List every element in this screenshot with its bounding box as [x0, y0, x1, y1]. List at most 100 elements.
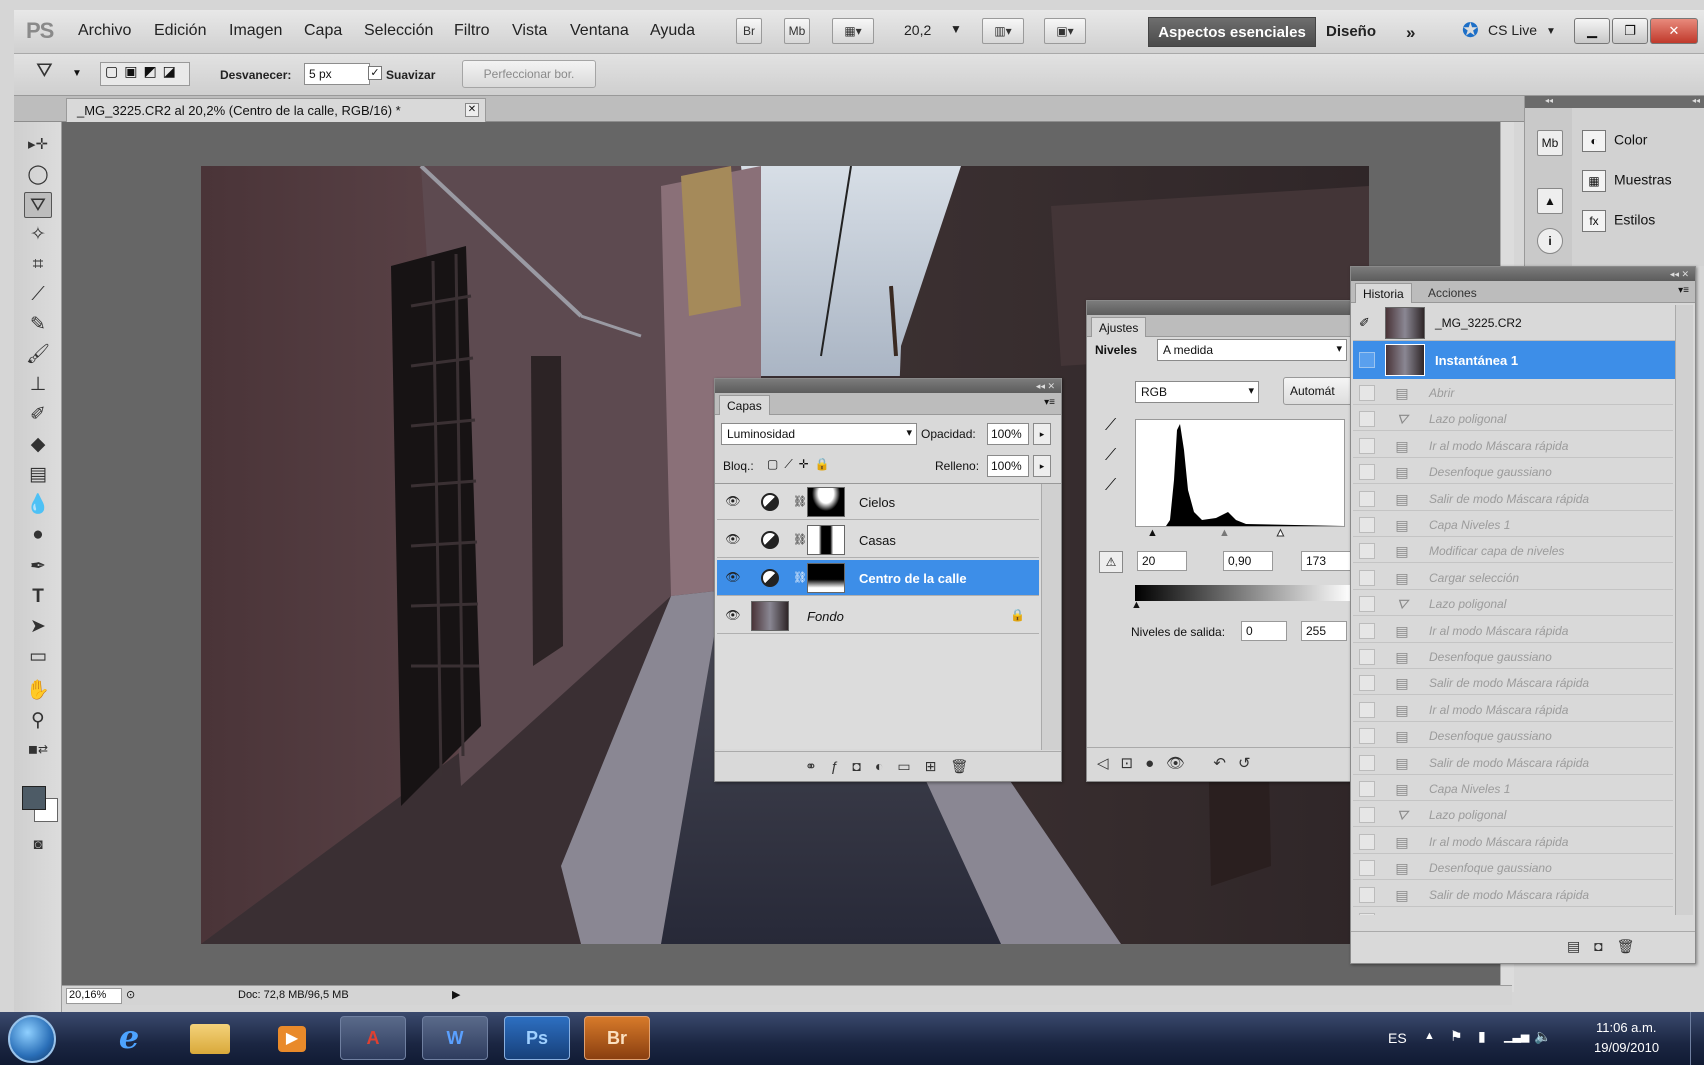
status-info-icon[interactable]: ⊙	[126, 988, 135, 1001]
polygonal-lasso-tool-icon[interactable]: ⛛	[24, 192, 52, 218]
history-step-checkbox[interactable]	[1359, 807, 1375, 824]
history-step-row[interactable]: ▤ Desenfoque gaussiano	[1353, 856, 1673, 881]
fill-slider-icon[interactable]: ▸	[1033, 455, 1051, 477]
workspace-design-button[interactable]: Diseño	[1326, 23, 1376, 40]
clone-stamp-tool-icon[interactable]: ⊥	[24, 372, 52, 398]
history-step-row[interactable]: ▤ Cargar selección	[1353, 566, 1673, 590]
menu-capa[interactable]: Capa	[304, 22, 342, 40]
clock-date[interactable]: 19/09/2010	[1594, 1040, 1659, 1055]
snapshot-source-checkbox[interactable]	[1359, 352, 1375, 368]
blend-mode-select[interactable]: Luminosidad	[721, 423, 917, 445]
history-snapshot-row[interactable]: Instantánea 1	[1353, 341, 1675, 379]
input-gamma-field[interactable]: 0,90	[1223, 551, 1273, 571]
history-brush-source-icon[interactable]: ✐	[1359, 315, 1370, 331]
foreground-color-swatch[interactable]	[22, 786, 46, 810]
history-step-checkbox[interactable]	[1359, 649, 1375, 665]
crop-tool-icon[interactable]: ⌗	[24, 252, 52, 278]
visibility-eye-icon[interactable]: 👁	[725, 570, 741, 584]
layer-mask-thumbnail[interactable]	[807, 563, 845, 593]
menu-edicion[interactable]: Edición	[154, 22, 206, 40]
zoom-level-select[interactable]: 20,2	[904, 22, 931, 38]
cs-live-chevron-icon[interactable]: ▼	[1546, 26, 1556, 37]
layer-row-casas[interactable]: 👁 ⛓ Casas	[717, 522, 1039, 558]
output-black-slider-handle[interactable]: ▲	[1131, 599, 1142, 611]
history-step-checkbox[interactable]	[1359, 675, 1375, 692]
zoom-percentage-field[interactable]: 20,16%	[66, 988, 122, 1004]
start-button[interactable]	[8, 1015, 56, 1063]
lock-options-icons[interactable]: ▢⟋✛🔒	[767, 457, 836, 472]
history-step-row[interactable]: ▤ Salir de modo Máscara rápida	[1353, 751, 1673, 775]
mask-link-icon[interactable]: ⛓	[793, 495, 807, 508]
restore-button[interactable]: ❐	[1612, 18, 1648, 44]
zoom-tool-icon[interactable]: ⚲	[24, 708, 52, 734]
input-black-field[interactable]: 20	[1137, 551, 1187, 571]
history-step-row[interactable]: ▤ Ir al modo Máscara rápida	[1353, 434, 1673, 458]
minibridge-panel-icon[interactable]: Mb	[1537, 130, 1563, 156]
styles-panel-item[interactable]: fx Estilos	[1582, 210, 1655, 232]
input-gamma-slider-handle[interactable]: ▲	[1219, 527, 1230, 539]
quick-selection-tool-icon[interactable]: ✧	[24, 222, 52, 248]
input-white-field[interactable]: 173	[1301, 551, 1351, 571]
marquee-tool-icon[interactable]: ◯	[24, 162, 52, 188]
menu-seleccion[interactable]: Selección	[364, 22, 433, 40]
visibility-eye-icon[interactable]: 👁	[725, 532, 741, 546]
history-step-row[interactable]: ▤ Ir al modo Máscara rápida	[1353, 698, 1673, 722]
history-step-row[interactable]: ▤ Desenfoque gaussiano	[1353, 724, 1673, 749]
brush-tool-icon[interactable]: 🖌	[24, 342, 52, 368]
history-step-checkbox[interactable]	[1359, 701, 1375, 718]
history-scrollbar[interactable]	[1675, 305, 1693, 915]
history-step-row[interactable]: ▤ Desenfoque gaussiano	[1353, 460, 1673, 485]
history-step-row[interactable]: ▤ Capa Niveles 1	[1353, 513, 1673, 537]
file-explorer-icon[interactable]	[178, 1016, 244, 1060]
mask-link-icon[interactable]: ⛓	[793, 533, 807, 546]
status-menu-arrow-icon[interactable]: ▶	[452, 988, 460, 1001]
layers-scrollbar[interactable]	[1041, 484, 1061, 750]
show-desktop-button[interactable]	[1690, 1012, 1704, 1065]
adjustments-footer-icons[interactable]: ◁⊡●👁 ↶↺	[1087, 747, 1353, 781]
view-extras-icon[interactable]: ▦▾	[832, 18, 874, 44]
history-step-row[interactable]: ▤ Ir al modo Máscara rápida	[1353, 909, 1673, 915]
action-center-flag-icon[interactable]: ⚑	[1450, 1028, 1463, 1045]
menu-imagen[interactable]: Imagen	[229, 22, 282, 40]
history-step-row[interactable]: ▤ Salir de modo Máscara rápida	[1353, 487, 1673, 511]
history-step-row[interactable]: ▤ Salir de modo Máscara rápida	[1353, 883, 1673, 907]
tab-acciones[interactable]: Acciones	[1421, 283, 1484, 303]
history-step-checkbox[interactable]	[1359, 437, 1375, 454]
history-step-checkbox[interactable]	[1359, 569, 1375, 586]
history-step-row[interactable]: ⛛ Lazo poligonal	[1353, 803, 1673, 828]
channel-select[interactable]: RGB	[1135, 381, 1259, 403]
history-step-row[interactable]: ▤ Desenfoque gaussiano	[1353, 645, 1673, 669]
arrange-documents-icon[interactable]: ▥▾	[982, 18, 1024, 44]
tool-preset-chevron-icon[interactable]: ▼	[72, 68, 82, 79]
history-step-row[interactable]: ▤ Capa Niveles 1	[1353, 777, 1673, 801]
history-step-checkbox[interactable]	[1359, 860, 1375, 877]
fill-input[interactable]: 100%	[987, 455, 1029, 477]
tab-historia[interactable]: Historia	[1355, 283, 1412, 303]
network-signal-icon[interactable]: ▁▃▅	[1504, 1030, 1529, 1043]
selection-mode-icons[interactable]: ▢▣◩◪	[100, 62, 190, 86]
layer-row-cielos[interactable]: 👁 ⛓ Cielos	[717, 484, 1039, 520]
history-step-checkbox[interactable]	[1359, 622, 1375, 639]
history-footer-icons[interactable]: ▤◘🗑	[1351, 931, 1695, 963]
acrobat-taskbar-icon[interactable]: A	[340, 1016, 406, 1060]
eraser-tool-icon[interactable]: ◆	[24, 432, 52, 458]
navigator-panel-icon[interactable]: ▲	[1537, 188, 1563, 214]
dodge-tool-icon[interactable]: ●	[24, 522, 52, 548]
white-point-eyedropper-icon[interactable]: ⟋	[1105, 477, 1116, 495]
pen-tool-icon[interactable]: ✒	[24, 554, 52, 580]
more-workspaces-icon[interactable]: »	[1406, 23, 1415, 43]
show-hidden-icons-icon[interactable]: ▲	[1424, 1030, 1435, 1042]
levels-preset-select[interactable]: A medida	[1157, 339, 1347, 361]
layers-panel-menu-icon[interactable]: ▾≡	[1044, 397, 1055, 408]
screen-mode-icon[interactable]: ▣▾	[1044, 18, 1086, 44]
document-tab[interactable]: _MG_3225.CR2 al 20,2% (Centro de la call…	[66, 98, 486, 122]
info-panel-icon[interactable]: i	[1537, 228, 1563, 254]
layers-footer-icons[interactable]: ⚭ƒ◘◐▭⊞🗑	[715, 751, 1061, 781]
polygonal-lasso-preset-icon[interactable]: ⛛	[36, 60, 53, 83]
dock-expand-icon[interactable]: ◂◂	[1572, 96, 1704, 108]
clock-time[interactable]: 11:06 a.m.	[1596, 1020, 1656, 1035]
swatches-panel-item[interactable]: ▦ Muestras	[1582, 170, 1672, 192]
history-step-row[interactable]: ▤ Modificar capa de niveles	[1353, 539, 1673, 564]
bridge-taskbar-button[interactable]: Br	[584, 1016, 650, 1060]
minibridge-icon[interactable]: Mb	[784, 18, 810, 44]
